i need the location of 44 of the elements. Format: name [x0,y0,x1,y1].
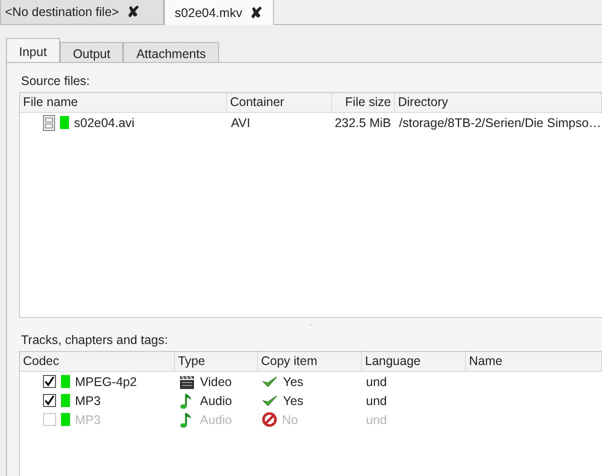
clapperboard-icon [179,374,195,390]
status-indicator [61,375,70,388]
column-header[interactable]: Name [466,352,602,371]
type-cell: Video [200,374,232,388]
language-cell: und [366,374,387,388]
type-cell: Audio [200,394,232,408]
language-cell: und [366,394,387,408]
file-name[interactable]: s02e04.avi [74,116,134,130]
language-cell: und [366,412,387,426]
copy-item-cell: Yes [283,394,304,408]
column-header[interactable]: Type [175,352,258,371]
column-header[interactable]: File name [20,93,227,112]
status-indicator [61,394,70,407]
tab[interactable]: Input [6,38,60,62]
file-tab[interactable]: <No destination file> ✘ [0,0,164,25]
file-tab-label: s02e04.mkv [174,6,242,20]
column-header[interactable]: Language [362,352,466,371]
tab[interactable]: Output [60,42,124,62]
status-indicator [61,413,70,426]
close-button[interactable]: ✘ [126,3,140,21]
close-button[interactable]: ✘ [250,4,264,22]
file-size-cell: 232.5 MiB [334,116,391,130]
column-header[interactable]: Container [227,93,332,112]
directory-cell: /storage/8TB-2/Serien/Die Simpso… [399,116,602,130]
file-tab[interactable]: s02e04.mkv ✘ [164,0,274,25]
status-indicator [60,116,69,129]
codec-cell: MPEG-4p2 [75,374,137,388]
type-cell: Audio [200,412,232,426]
checkbox[interactable] [43,394,56,407]
column-header[interactable]: Codec [20,352,175,371]
codec-cell: MP3 [75,394,101,408]
copy-item-cell: No [282,412,298,426]
codec-cell: MP3 [75,412,101,426]
tab[interactable]: Attachments [123,42,219,62]
section-label: Source files: [20,73,91,90]
container-cell: AVI [231,116,250,130]
file-icon [43,114,55,130]
column-header[interactable]: Copy item [258,352,362,371]
checkbox[interactable] [43,375,56,388]
file-tab-label: <No destination file> [5,5,119,19]
column-header[interactable]: Directory [395,93,602,112]
copy-item-cell: Yes [283,374,304,388]
column-header[interactable]: File size [332,93,395,112]
section-label: Tracks, chapters and tags: [20,332,169,349]
